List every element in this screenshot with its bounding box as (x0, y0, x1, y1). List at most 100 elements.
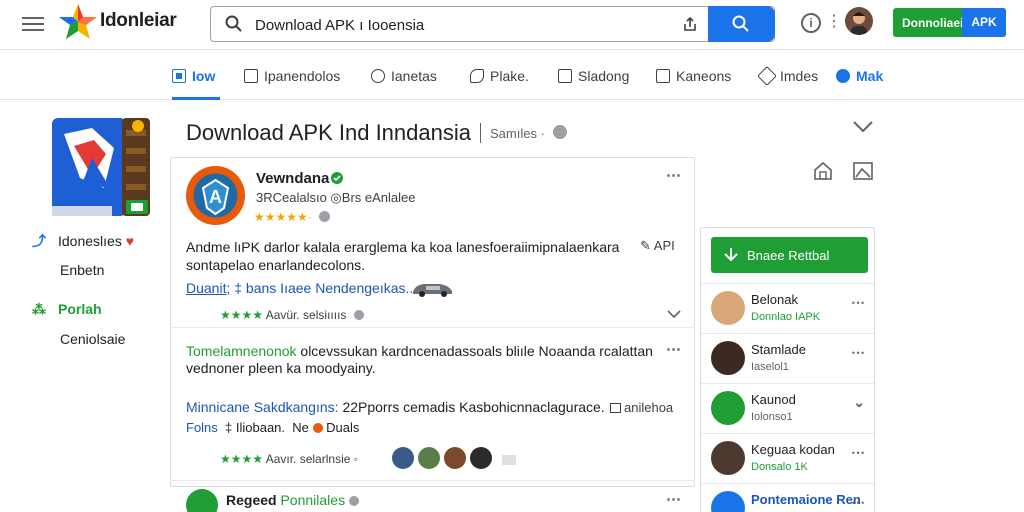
edit-icon: ✎ (640, 238, 654, 253)
related-item-name: Pontemaione Ren (751, 492, 861, 507)
primary-action-button[interactable]: Bnaee Rettbal (711, 237, 868, 273)
home-icon[interactable] (812, 160, 834, 182)
apk-label: APK (962, 8, 1006, 37)
download-icon (724, 248, 738, 262)
meta-a[interactable]: Folns (186, 420, 218, 435)
globe-icon (348, 496, 359, 506)
top-bar: Idonleiar i ⋮ Donnoliaei APK (0, 0, 1024, 50)
tab-tag-icon (757, 66, 777, 86)
more-options-icon[interactable]: ⋯ (666, 490, 681, 508)
avatar (711, 441, 745, 475)
share-icon[interactable] (681, 15, 699, 33)
rating-stars: ★★★★ (220, 308, 264, 322)
review-highlight: Tomelamnenonok (186, 343, 297, 359)
avatar (711, 341, 745, 375)
description-line-2: sontapelao enarlandecolons. (186, 257, 366, 273)
api-tag[interactable]: ✎ API (640, 238, 675, 254)
sidebar-item-enbetn[interactable]: Enbetn (60, 262, 104, 278)
avatar (711, 291, 745, 325)
more-options-icon[interactable]: ⋯ (666, 340, 681, 358)
more-options-icon[interactable]: ⋯ (851, 494, 865, 511)
tab-square-icon (172, 69, 186, 83)
info-icon[interactable]: i (801, 13, 821, 33)
more-options-icon[interactable]: ⋯ (851, 444, 865, 461)
image-icon[interactable] (852, 160, 874, 182)
avatar[interactable] (392, 447, 414, 469)
tab-kaneons[interactable]: Kaneons (656, 68, 731, 100)
tab-label: Iow (192, 68, 216, 84)
hamburger-menu-icon[interactable] (22, 13, 44, 33)
related-item[interactable]: Pontemaione Ren ⋯ (701, 483, 874, 512)
primary-action-label: Bnaee Rettbal (747, 248, 830, 263)
chevron-down-icon[interactable] (852, 120, 874, 134)
more-options-icon[interactable]: ⋯ (851, 294, 865, 311)
related-item[interactable]: Keguaa kodan Donsalo 1K ⋯ (701, 433, 874, 483)
tab-label: Sladong (578, 68, 630, 84)
detail-tag[interactable]: anilehoa (610, 400, 673, 415)
avatar[interactable] (186, 489, 218, 512)
related-item[interactable]: Stamlade Iaselol1 ⋯ (701, 333, 874, 383)
more-options-icon[interactable]: ⋯ (666, 166, 681, 184)
related-item-sub: Donsalo 1K (751, 461, 808, 473)
detail-tag-label: anilehoa (624, 400, 674, 415)
star-logo-icon[interactable] (58, 2, 98, 42)
review-line-1: Tomelamnenonok olcevssukan kardncenadass… (186, 342, 653, 360)
related-item-name: Belonak (751, 292, 798, 307)
rating-text: Aavür. selsiııııs (265, 308, 347, 322)
trend-icon: ⤴ (32, 233, 46, 249)
avatar[interactable] (470, 447, 492, 469)
download-apk-button[interactable]: Donnoliaei APK (893, 8, 1006, 37)
detail-line: Minnicane Sakdkangıns: 22Pporrs cemadis … (186, 398, 605, 416)
sidebar-item-idonesies[interactable]: ⤴ Idoneslıes ♥ (32, 231, 134, 251)
tab-imdes[interactable]: Imdes (757, 66, 818, 100)
more-options-icon[interactable]: ⋮ (826, 11, 842, 31)
tab-ipanendolos[interactable]: Ipanendolos (244, 68, 340, 100)
tab-bar: Iow Ipanendolos Ianetas Plake. Sladong K… (0, 52, 1024, 100)
tab-now[interactable]: Iow (172, 68, 221, 100)
tab-circle-icon (371, 69, 385, 83)
tab-box-icon (558, 69, 572, 83)
globe-icon (319, 211, 331, 222)
detail-text: 22Pporrs cemadis Kasbohicnnaclagurace. (342, 399, 605, 415)
tab-edit-icon (836, 69, 850, 83)
app-icon[interactable] (52, 118, 150, 216)
avatar[interactable] (418, 447, 440, 469)
comment-author[interactable]: Regeed Ponnilales (226, 492, 359, 508)
tab-mak[interactable]: Mak (836, 68, 883, 100)
user-avatar[interactable] (845, 7, 873, 35)
related-item-sub: Donnlao IAPK (751, 311, 821, 323)
tab-ianetas[interactable]: Ianetas (371, 68, 437, 100)
related-item[interactable]: Belonak Donnlao IAPK ⋯ (701, 283, 874, 333)
avatar[interactable] (444, 447, 466, 469)
related-item[interactable]: Kaunod Iolonso1 ⌄ (701, 383, 874, 433)
placeholder-box (502, 455, 516, 465)
tab-sladong[interactable]: Sladong (558, 68, 629, 100)
chevron-down-icon[interactable] (667, 309, 681, 319)
chevron-down-icon[interactable]: ⌄ (853, 394, 865, 411)
related-item-sub: Iolonso1 (751, 411, 793, 423)
tab-label: Ipanendolos (264, 68, 341, 84)
meta-c: Ne (292, 420, 309, 435)
related-item-name: Stamlade (751, 342, 806, 357)
developer-logo[interactable]: A (186, 166, 245, 225)
search-input[interactable] (255, 14, 675, 36)
tab-plake[interactable]: Plake. (470, 68, 529, 100)
detail-highlight: Minnicane Sakdkangıns: (186, 399, 339, 415)
brand-name[interactable]: Idonleiar (100, 10, 177, 32)
author-first: Regeed (226, 492, 277, 508)
info-link[interactable]: Duanit; ‡ bans Iıaee Nendengeıkas... (186, 280, 417, 296)
globe-icon (353, 310, 364, 320)
search-bar (210, 6, 775, 42)
heart-icon: ♥ (125, 233, 135, 249)
tab-label: Mak (856, 68, 884, 84)
review-line-2: vednoner pleen ka moodyainy. (186, 360, 376, 376)
sidebar-item-ceniolsaie[interactable]: Ceniolsaie (60, 331, 125, 347)
developer-name[interactable]: Vewndana (256, 170, 329, 187)
search-button[interactable] (708, 6, 775, 42)
svg-text:A: A (209, 187, 222, 207)
more-options-icon[interactable]: ⋯ (851, 344, 865, 361)
share-nodes-icon: ⁂ (32, 301, 46, 317)
sidebar-item-porlah[interactable]: ⁂ Porlah (32, 301, 102, 318)
page-title: Download APK Ind Inndansia (186, 120, 471, 145)
box-icon (610, 403, 621, 413)
